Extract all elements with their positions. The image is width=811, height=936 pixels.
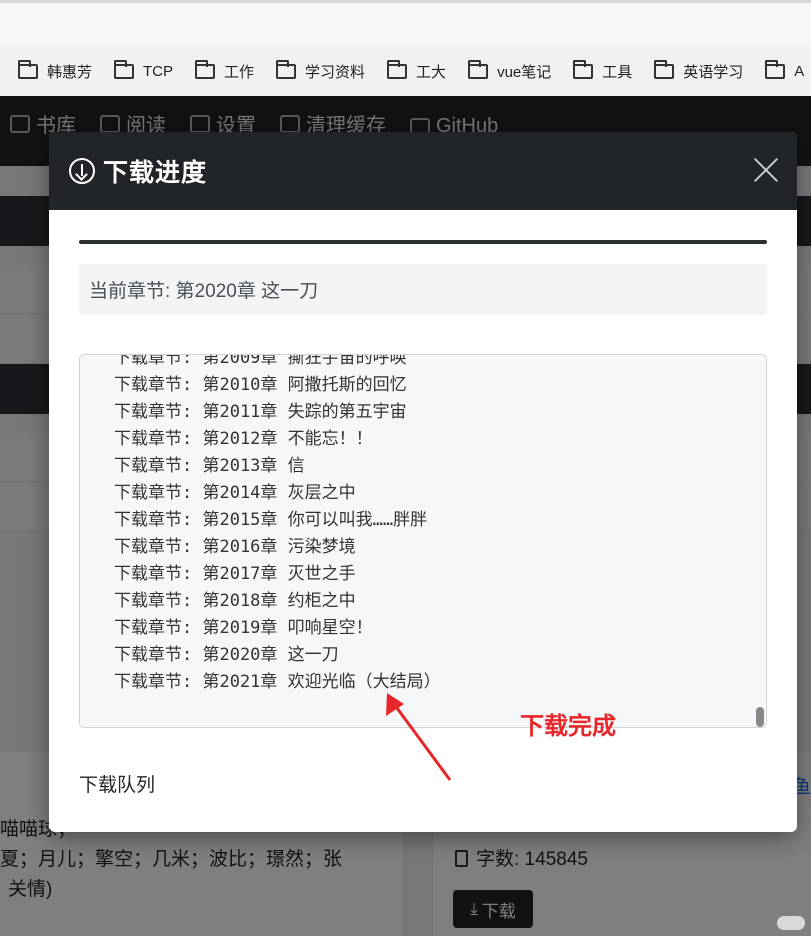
log-line: 下载章节: 第2019章 叩响星空！ [114,618,373,638]
bookmark-item[interactable]: 工作 [195,59,254,82]
download-queue-title: 下载队列 [79,775,156,796]
download-circle-icon [69,158,95,184]
modal-header: 下载进度 [49,132,797,210]
folder-icon [195,59,216,79]
modal-title: 下载进度 [103,159,208,187]
log-line: 下载章节: 第2009章 撕狂宇宙的呼唤 [114,354,407,368]
log-line: 下载章节: 第2018章 约柜之中 [114,591,356,611]
log-line: 下载章节: 第2020章 这一刀 [114,645,339,665]
current-chapter: 当前章节: 第2020章 这一刀 [79,264,767,315]
bookmark-item[interactable]: 工大 [387,59,446,82]
folder-icon [18,59,38,79]
bookmark-item[interactable]: A [765,59,804,80]
download-progress-modal: 下载进度 当前章节: 第2020章 这一刀 下载章节: 第2009章 撕狂宇宙的… [49,132,797,832]
log-line: 下载章节: 第2014章 灰层之中 [114,483,356,503]
scrollbar-thumb[interactable] [756,707,764,727]
bookmark-item[interactable]: 学习资料 [276,59,365,82]
bookmark-item[interactable]: 韩惠芳 [18,59,92,82]
progress-fill [79,240,767,244]
bookmark-item[interactable]: TCP [114,59,173,80]
bookmark-item[interactable]: vue笔记 [468,59,551,82]
folder-icon [114,59,135,79]
log-line: 下载章节: 第2013章 信 [114,456,305,476]
log-lines: 下载章节: 第2009章 撕狂宇宙的呼唤 下载章节: 第2010章 阿撒托斯的回… [114,354,441,696]
close-button[interactable] [753,157,779,183]
log-line: 下载章节: 第2016章 污染梦境 [114,537,356,557]
log-line: 下载章节: 第2021章 欢迎光临（大结局） [114,672,441,692]
download-log[interactable]: 下载章节: 第2009章 撕狂宇宙的呼唤 下载章节: 第2010章 阿撒托斯的回… [79,354,767,728]
folder-icon [276,59,297,79]
bookmark-item[interactable]: 工具 [573,59,632,82]
folder-icon [387,59,408,79]
bookmarks-bar: 韩惠芳 TCP 工作 学习资料 工大 vue笔记 工具 英语学习 A [0,46,811,96]
folder-icon [654,59,675,79]
folder-icon [573,59,594,79]
progress-bar [79,240,767,244]
folder-icon [468,59,489,79]
log-line: 下载章节: 第2012章 不能忘！！ [114,429,373,449]
log-line: 下载章节: 第2010章 阿撒托斯的回忆 [114,375,407,395]
log-line: 下载章节: 第2017章 灭世之手 [114,564,356,584]
bookmark-item[interactable]: 英语学习 [654,59,743,82]
log-line: 下载章节: 第2011章 失踪的第五宇宙 [114,402,407,422]
folder-icon [765,59,786,79]
browser-toolbar [0,0,811,46]
log-line: 下载章节: 第2015章 你可以叫我……胖胖 [114,510,428,530]
annotation-label: 下载完成 [520,713,616,740]
watermark [777,916,805,930]
